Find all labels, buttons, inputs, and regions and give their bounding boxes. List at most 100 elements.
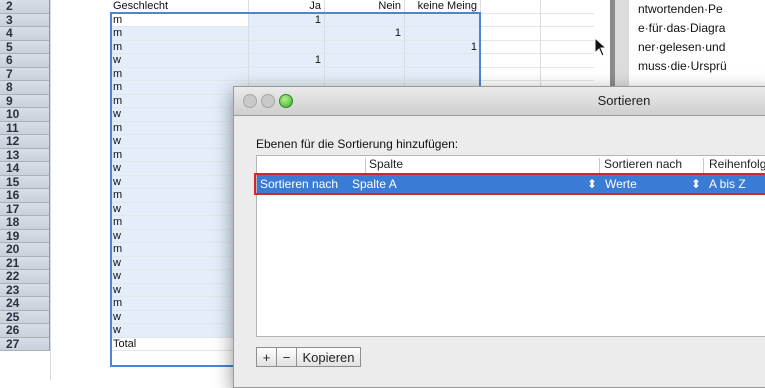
sheet-cell[interactable]: 1 bbox=[248, 13, 324, 27]
sheet-cell[interactable]: 1 bbox=[404, 40, 480, 54]
sheet-cell[interactable]: Ja bbox=[248, 0, 324, 14]
sheet-cell[interactable] bbox=[248, 67, 324, 81]
row-header[interactable]: 3 bbox=[0, 13, 50, 27]
instruction-label: Ebenen für die Sortierung hinzufügen: bbox=[256, 137, 459, 151]
row-header[interactable]: 19 bbox=[0, 229, 50, 243]
sheet-cell[interactable] bbox=[324, 67, 404, 81]
spalte-popup-arrows-icon[interactable]: ⬍ bbox=[587, 177, 597, 191]
sheet-cell[interactable]: w bbox=[110, 175, 248, 189]
dialog-titlebar[interactable]: Sortieren bbox=[234, 87, 765, 116]
sheet-cell[interactable] bbox=[248, 40, 324, 54]
sheet-cell[interactable] bbox=[324, 40, 404, 54]
row-header[interactable]: 14 bbox=[0, 161, 50, 176]
sheet-cell[interactable]: 1 bbox=[248, 54, 324, 68]
sheet-cell[interactable]: w bbox=[110, 54, 248, 68]
sheet-cell[interactable]: m bbox=[110, 297, 248, 311]
sheet-cell[interactable]: keine Meing bbox=[404, 0, 480, 14]
sheet-cell[interactable]: w bbox=[110, 324, 248, 338]
sheet-cell[interactable] bbox=[404, 54, 480, 68]
sheet-cell[interactable] bbox=[404, 13, 480, 27]
row-header[interactable]: 20 bbox=[0, 242, 50, 257]
sheet-cell[interactable]: m bbox=[110, 81, 248, 95]
row-header[interactable]: 17 bbox=[0, 202, 50, 216]
sheet-cell[interactable] bbox=[404, 67, 480, 81]
row-header[interactable]: 21 bbox=[0, 256, 50, 270]
sort-level-row[interactable]: Sortieren nach Spalte A ⬍ Werte ⬍ A bis … bbox=[257, 175, 765, 193]
row-header[interactable]: 6 bbox=[0, 53, 50, 68]
sheet-cell[interactable] bbox=[540, 40, 594, 54]
sheet-cell[interactable]: Nein bbox=[324, 0, 404, 14]
column-header-order[interactable]: Reihenfolge bbox=[709, 157, 765, 171]
sheet-cell[interactable] bbox=[480, 54, 540, 68]
sheet-cell[interactable] bbox=[540, 54, 594, 68]
row-header[interactable]: 26 bbox=[0, 323, 50, 338]
row-header[interactable]: 8 bbox=[0, 80, 50, 95]
sheet-cell[interactable]: m bbox=[110, 14, 248, 27]
spalte-popup[interactable]: Spalte A bbox=[352, 177, 397, 191]
sheet-cell[interactable] bbox=[248, 27, 324, 41]
row-header[interactable]: 11 bbox=[0, 121, 50, 135]
row-header[interactable]: 16 bbox=[0, 188, 50, 203]
add-level-button[interactable]: + bbox=[256, 347, 277, 367]
row-header[interactable]: 2 bbox=[0, 0, 50, 14]
sheet-cell[interactable] bbox=[540, 13, 594, 27]
sort-by-popup[interactable]: Werte bbox=[605, 177, 637, 191]
sheet-cell[interactable]: Geschlecht bbox=[110, 0, 248, 14]
row-header[interactable]: 13 bbox=[0, 148, 50, 162]
row-header[interactable]: 9 bbox=[0, 94, 50, 108]
row-header[interactable]: 5 bbox=[0, 40, 50, 54]
sheet-cell[interactable] bbox=[480, 40, 540, 54]
sheet-cell[interactable]: m bbox=[110, 67, 248, 81]
row-header[interactable]: 27 bbox=[0, 337, 50, 351]
column-header-spalte[interactable]: Spalte bbox=[369, 157, 403, 171]
sheet-cell[interactable]: w bbox=[110, 135, 248, 149]
sheet-cell[interactable]: m bbox=[110, 148, 248, 162]
sheet-cell[interactable]: m bbox=[110, 189, 248, 203]
sort-by-popup-arrows-icon[interactable]: ⬍ bbox=[691, 177, 701, 191]
sheet-cell[interactable]: w bbox=[110, 283, 248, 297]
copy-level-button[interactable]: Kopieren bbox=[296, 347, 361, 367]
sheet-cell[interactable] bbox=[540, 27, 594, 41]
sheet-cell[interactable] bbox=[480, 27, 540, 41]
sheet-cell[interactable]: m bbox=[110, 216, 248, 230]
sheet-cell[interactable] bbox=[480, 0, 540, 14]
doc-line: muss·die·Ursprü bbox=[638, 59, 727, 73]
sheet-cell[interactable]: w bbox=[110, 202, 248, 216]
sheet-cell[interactable] bbox=[324, 13, 404, 27]
row-header[interactable]: 25 bbox=[0, 310, 50, 324]
sheet-cell[interactable]: w bbox=[110, 256, 248, 270]
sheet-cell[interactable] bbox=[480, 67, 540, 81]
row-header[interactable]: 22 bbox=[0, 269, 50, 284]
row-header[interactable]: 18 bbox=[0, 215, 50, 230]
order-popup[interactable]: A bis Z bbox=[709, 177, 746, 191]
sheet-cell[interactable]: w bbox=[110, 229, 248, 243]
sheet-cell[interactable]: m bbox=[110, 121, 248, 135]
sheet-cell[interactable] bbox=[404, 27, 480, 41]
sheet-cell[interactable]: m bbox=[110, 27, 248, 41]
sort-levels-list[interactable]: Spalte Sortieren nach Reihenfolge Sortie… bbox=[256, 155, 765, 337]
column-header-sort-by[interactable]: Sortieren nach bbox=[604, 157, 682, 171]
sheet-cell[interactable]: w bbox=[110, 162, 248, 176]
row-header[interactable]: 24 bbox=[0, 296, 50, 311]
row-header[interactable]: 23 bbox=[0, 283, 50, 297]
sheet-cell[interactable]: 1 bbox=[324, 27, 404, 41]
sheet-cell[interactable]: m bbox=[110, 94, 248, 108]
sheet-cell[interactable]: w bbox=[110, 270, 248, 284]
sort-level-label: Sortieren nach bbox=[260, 177, 339, 191]
sheet-cell[interactable]: m bbox=[110, 40, 248, 54]
sheet-cell[interactable]: w bbox=[110, 108, 248, 122]
remove-level-button[interactable]: − bbox=[276, 347, 297, 367]
sheet-cell[interactable] bbox=[324, 54, 404, 68]
sheet-cell[interactable] bbox=[540, 0, 594, 14]
row-header[interactable]: 7 bbox=[0, 67, 50, 81]
doc-line: ner·gelesen·und bbox=[638, 40, 726, 54]
sheet-cell[interactable] bbox=[480, 13, 540, 27]
row-header[interactable]: 15 bbox=[0, 175, 50, 189]
row-header[interactable]: 10 bbox=[0, 107, 50, 122]
sheet-cell[interactable]: w bbox=[110, 310, 248, 324]
row-header[interactable]: 12 bbox=[0, 134, 50, 149]
sheet-cell[interactable]: Total bbox=[110, 338, 248, 351]
sheet-cell[interactable]: m bbox=[110, 243, 248, 257]
row-header[interactable]: 4 bbox=[0, 26, 50, 41]
sheet-cell[interactable] bbox=[540, 67, 594, 81]
